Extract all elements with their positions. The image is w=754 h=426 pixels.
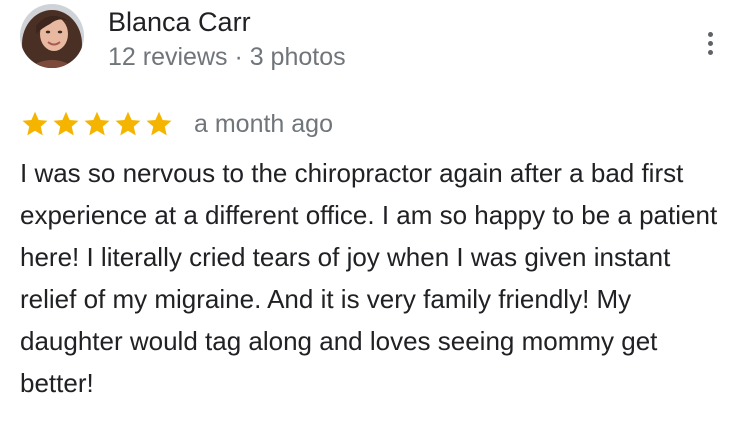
reviewer-name[interactable]: Blanca Carr [108, 6, 251, 38]
star-icon [22, 111, 48, 136]
review-card: Blanca Carr 12 reviews · 3 photos a mont… [0, 0, 754, 426]
rating-row: a month ago [20, 106, 333, 142]
avatar[interactable] [20, 4, 84, 68]
more-options-button[interactable] [698, 26, 722, 60]
star-rating [20, 109, 174, 139]
star-icon [115, 111, 141, 136]
star-icon [146, 111, 172, 136]
star-icon [53, 111, 79, 136]
review-time: a month ago [194, 109, 333, 138]
review-text: I was so nervous to the chiropractor aga… [20, 158, 718, 398]
more-vertical-icon [707, 31, 713, 37]
reviewer-stats[interactable]: 12 reviews · 3 photos [108, 42, 346, 72]
avatar-photo [20, 4, 84, 68]
star-icon [84, 111, 110, 136]
